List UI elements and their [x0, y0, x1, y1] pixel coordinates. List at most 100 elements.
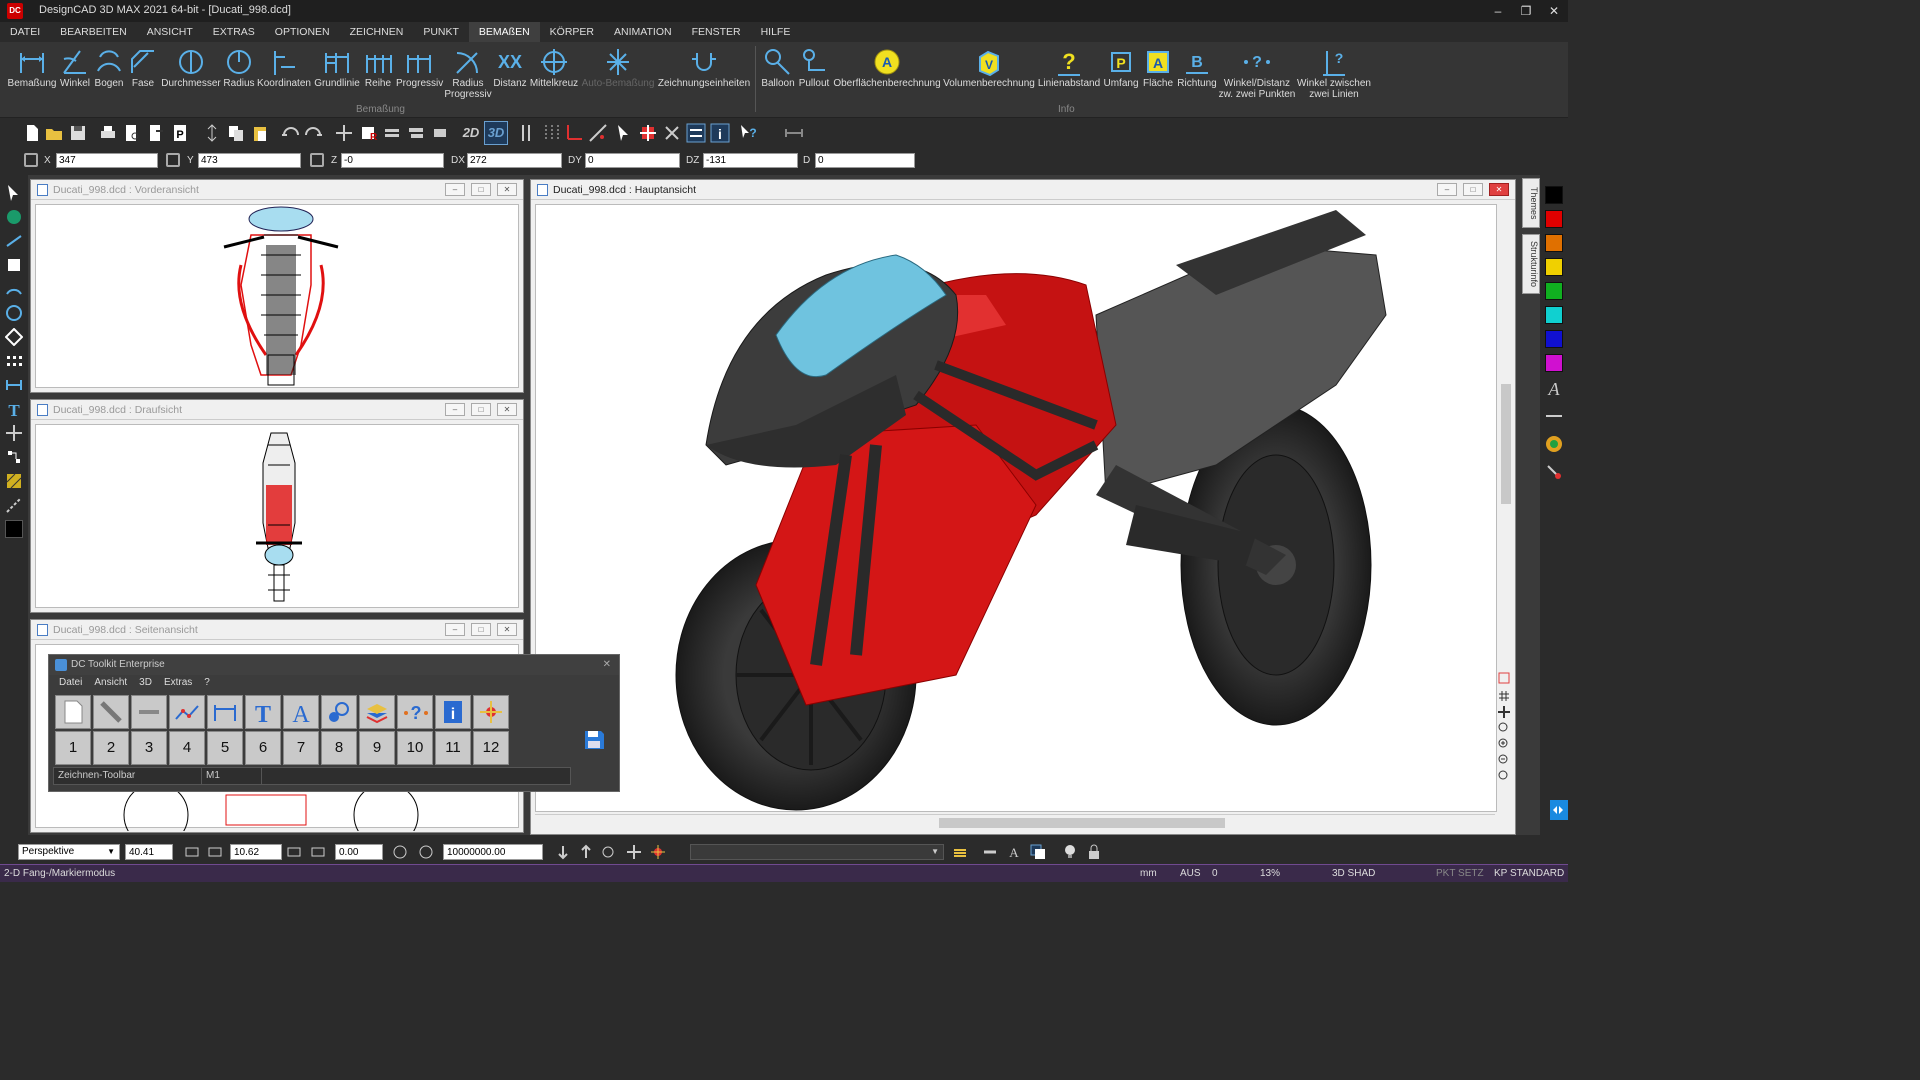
durchmesser-button[interactable]: Durchmesser	[160, 46, 222, 89]
minimize-icon[interactable]: –	[1488, 3, 1508, 19]
zoom-window-icon[interactable]	[1498, 672, 1510, 684]
toolkit-new-button[interactable]	[55, 695, 91, 729]
dz-input[interactable]	[703, 153, 798, 168]
toolkit-slot-8[interactable]: 8	[321, 731, 357, 765]
flaeche-button[interactable]: A Fläche	[1140, 46, 1176, 89]
print-preview-icon[interactable]	[122, 123, 142, 143]
menu-bemassen[interactable]: BEMAßEN	[468, 22, 540, 42]
line-type-icon[interactable]	[1544, 406, 1564, 426]
mittelkreuz-button[interactable]: Mittelkreuz	[528, 46, 580, 89]
toolkit-slot-12[interactable]: 12	[473, 731, 509, 765]
tab-themes[interactable]: Themes	[1522, 178, 1540, 228]
linienabstand-button[interactable]: ? Linienabstand	[1036, 46, 1102, 89]
lightbulb-icon[interactable]	[1062, 844, 1078, 860]
rectangle-icon[interactable]	[5, 256, 23, 274]
toolkit-slot-10[interactable]: 10	[397, 731, 433, 765]
main-view-canvas[interactable]	[535, 204, 1497, 812]
maximize-icon[interactable]: □	[471, 403, 491, 416]
menu-ansicht[interactable]: ANSICHT	[137, 22, 203, 42]
color-swatch-magenta[interactable]	[1545, 354, 1563, 372]
pan-icon[interactable]	[1498, 706, 1510, 718]
oberflaechenberechnung-button[interactable]: A Oberflächenberechnung	[832, 46, 942, 89]
close-icon[interactable]: ✕	[1489, 183, 1509, 196]
pullout-button[interactable]: Pullout	[796, 46, 832, 89]
toolkit-slot-6[interactable]: 6	[245, 731, 281, 765]
text-style-icon[interactable]: A	[1544, 378, 1564, 398]
menu-koerper[interactable]: KÖRPER	[540, 22, 604, 42]
toolkit-light-button[interactable]	[473, 695, 509, 729]
crosshair-icon[interactable]	[638, 123, 658, 143]
tilt-up-icon[interactable]	[286, 844, 302, 860]
export-icon[interactable]	[146, 123, 166, 143]
vscroll-thumb[interactable]	[1501, 384, 1511, 504]
maximize-icon[interactable]: □	[1463, 183, 1483, 196]
undo-icon[interactable]	[280, 123, 300, 143]
projection-select[interactable]: Perspektive ▼	[18, 844, 120, 860]
auto-bemassung-button[interactable]: Auto-Bemaßung	[580, 46, 656, 89]
text-icon[interactable]: T	[5, 400, 23, 418]
tab-strukturinfo[interactable]: Strukturinfo	[1522, 234, 1540, 294]
winkel-button[interactable]: Winkel	[58, 46, 92, 89]
crosshair-tool-icon[interactable]	[5, 424, 23, 442]
mode-3d-button[interactable]: 3D	[484, 121, 508, 145]
grid-icon[interactable]	[542, 123, 562, 143]
toolkit-slot-2[interactable]: 2	[93, 731, 129, 765]
main-view-window[interactable]: Ducati_998.dcd : Hauptansicht – □ ✕	[530, 179, 1516, 835]
balloon-button[interactable]: Balloon	[760, 46, 796, 89]
menu-extras[interactable]: EXTRAS	[203, 22, 265, 42]
parallel-icon[interactable]	[516, 123, 536, 143]
fill-icon[interactable]	[1544, 462, 1564, 482]
help-cursor-icon[interactable]: ?	[738, 123, 758, 143]
points-icon[interactable]	[5, 352, 23, 370]
snap-point-icon[interactable]	[662, 123, 682, 143]
measure-icon[interactable]	[588, 123, 608, 143]
redo-icon[interactable]	[304, 123, 324, 143]
maximize-icon[interactable]: □	[471, 623, 491, 636]
radius-progressiv-button[interactable]: Radius Progressiv	[444, 46, 492, 100]
toolkit-menu-extras[interactable]: Extras	[158, 675, 198, 691]
zoom-distance-2-icon[interactable]	[418, 844, 434, 860]
x-input[interactable]	[56, 153, 158, 168]
close-icon[interactable]: ✕	[1544, 3, 1564, 19]
zoom-in-icon[interactable]	[1498, 738, 1510, 750]
minimize-icon[interactable]: –	[445, 623, 465, 636]
toolkit-menu-3d[interactable]: 3D	[133, 675, 158, 691]
menu-datei[interactable]: DATEI	[0, 22, 50, 42]
new-file-icon[interactable]	[22, 123, 42, 143]
koordinaten-button[interactable]: Koordinaten	[256, 46, 312, 89]
toolkit-slot-4[interactable]: 4	[169, 731, 205, 765]
radius-button[interactable]: Radius	[222, 46, 256, 89]
volumenberechnung-button[interactable]: V Volumenberechnung	[942, 46, 1036, 89]
target-icon[interactable]	[626, 844, 642, 860]
color-wheel-icon[interactable]	[1544, 434, 1564, 454]
color-swatch-green[interactable]	[1545, 282, 1563, 300]
mode-2d-button[interactable]: 2D	[460, 123, 482, 143]
redraw-icon[interactable]: R	[358, 123, 378, 143]
close-icon[interactable]: ✕	[497, 623, 517, 636]
polygon-icon[interactable]	[5, 328, 23, 346]
zeichnungseinheiten-button[interactable]: Zeichnungseinheiten	[656, 46, 752, 89]
line-width-icon[interactable]	[982, 844, 998, 860]
dimension-small-icon[interactable]	[784, 123, 804, 143]
snap-icon[interactable]	[334, 123, 354, 143]
circle-icon[interactable]	[5, 304, 23, 322]
z-input[interactable]	[341, 153, 444, 168]
toolkit-tools-button[interactable]	[93, 695, 129, 729]
view-angle-input[interactable]	[125, 844, 173, 860]
color-swatch-black[interactable]	[1545, 186, 1563, 204]
layer-icon[interactable]	[382, 123, 402, 143]
main-view-hscroll[interactable]	[535, 814, 1495, 830]
zoom-out-icon[interactable]	[1498, 754, 1510, 766]
pointer-icon[interactable]	[5, 184, 23, 202]
front-view-window[interactable]: Ducati_998.dcd : Vorderansicht – □ ✕	[30, 179, 524, 393]
reihe-button[interactable]: Reihe	[362, 46, 394, 89]
light-source-icon[interactable]	[650, 844, 666, 860]
move-up-icon[interactable]	[578, 844, 594, 860]
toolkit-panel[interactable]: DC Toolkit Enterprise ✕ Datei Ansicht 3D…	[48, 654, 620, 792]
toolkit-font-button[interactable]: A	[283, 695, 319, 729]
lock-z-icon[interactable]	[310, 153, 324, 167]
bemassung-button[interactable]: Bemaßung	[6, 46, 58, 89]
top-view-window[interactable]: Ducati_998.dcd : Draufsicht – □ ✕	[30, 399, 524, 613]
top-view-canvas[interactable]	[35, 424, 519, 608]
select-icon[interactable]	[430, 123, 450, 143]
